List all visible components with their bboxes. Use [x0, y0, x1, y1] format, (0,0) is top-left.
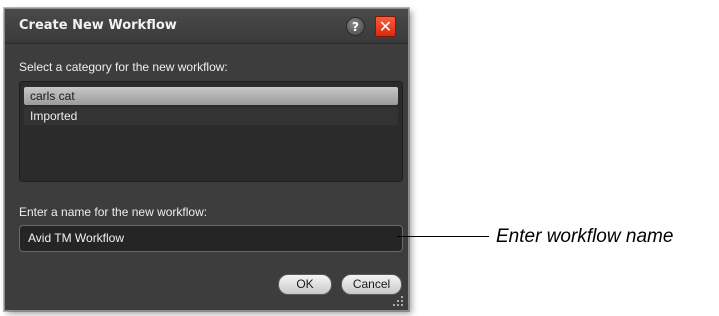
workflow-name-input[interactable]: Avid TM Workflow	[19, 225, 403, 252]
category-prompt: Select a category for the new workflow:	[19, 60, 228, 74]
list-item[interactable]: Imported	[24, 107, 398, 125]
category-list[interactable]: carls cat Imported	[19, 81, 403, 182]
callout-label: Enter workflow name	[496, 226, 674, 247]
close-icon[interactable]: ✕	[375, 16, 396, 37]
cancel-button[interactable]: Cancel	[341, 274, 402, 295]
callout-line	[397, 236, 489, 237]
dialog-titlebar[interactable]: Create New Workflow ? ✕	[5, 9, 408, 44]
create-workflow-dialog: Create New Workflow ? ✕ Select a categor…	[4, 8, 409, 311]
name-prompt: Enter a name for the new workflow:	[19, 205, 208, 219]
dialog-title: Create New Workflow	[19, 18, 177, 33]
help-icon[interactable]: ?	[346, 17, 365, 36]
list-item[interactable]: carls cat	[24, 87, 398, 105]
resize-grip-icon[interactable]	[392, 295, 404, 307]
ok-button[interactable]: OK	[278, 274, 332, 295]
